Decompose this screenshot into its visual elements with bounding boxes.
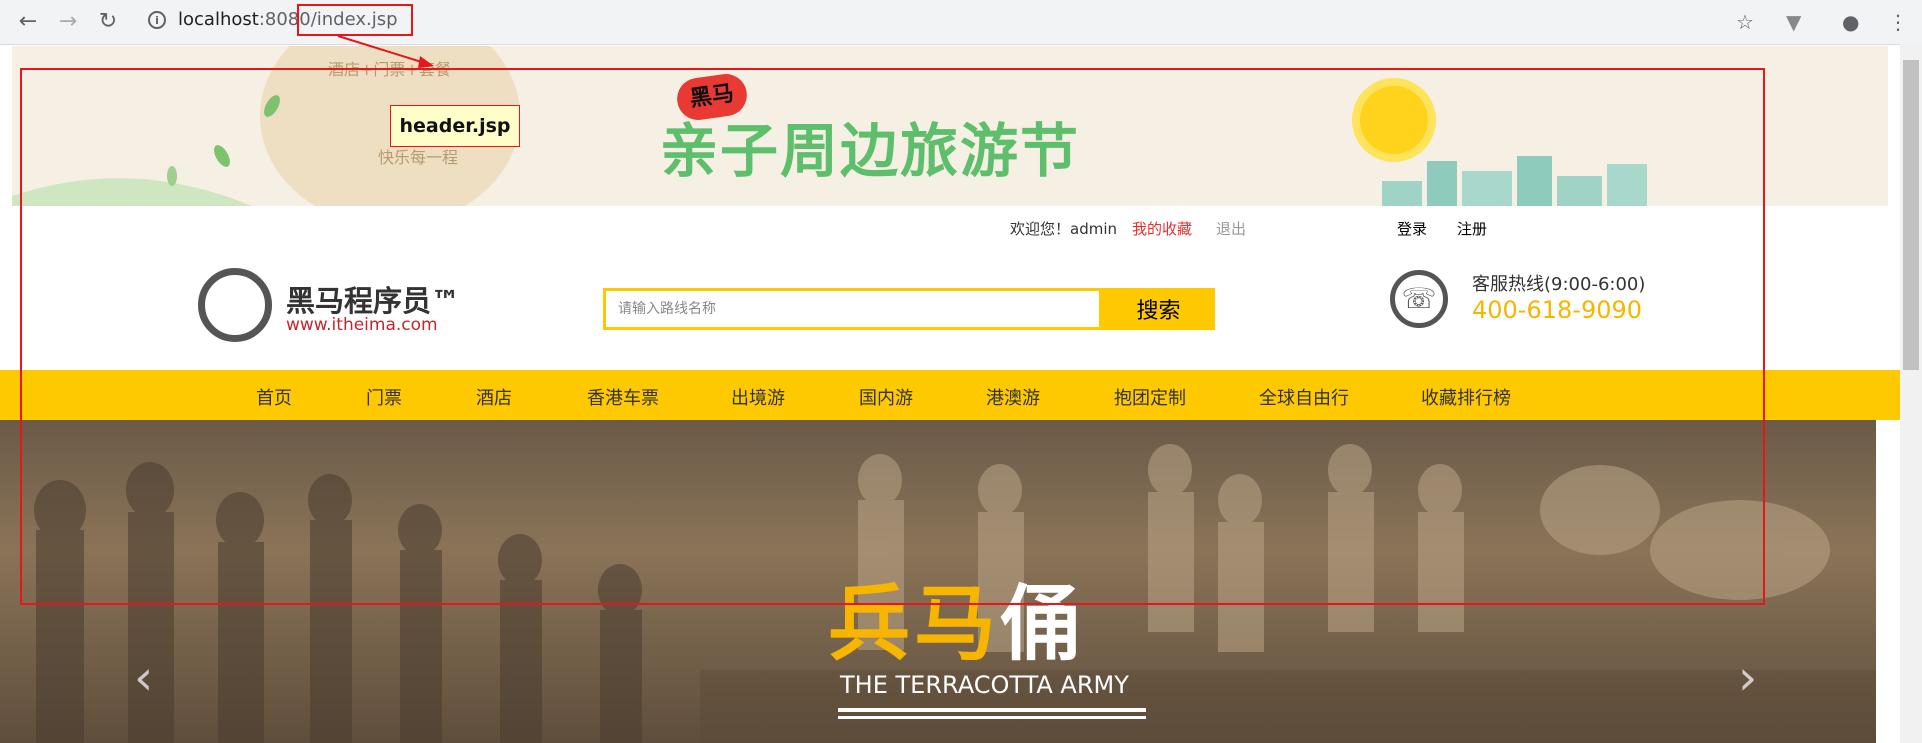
scrollbar-thumb[interactable] <box>1903 60 1919 370</box>
menu-dots-icon[interactable]: ⋮ <box>1888 10 1908 34</box>
account-icon[interactable]: ● <box>1842 10 1859 34</box>
chevron-left-icon[interactable]: ‹ <box>134 650 153 706</box>
hero-underline <box>838 708 1146 712</box>
bookmark-star-icon[interactable]: ☆ <box>1736 10 1754 34</box>
annotation-label: header.jsp <box>390 105 520 147</box>
header-annotation-box <box>20 68 1765 605</box>
annotation-arrow-icon <box>337 35 434 68</box>
info-icon[interactable]: i <box>148 11 166 29</box>
forward-arrow-icon[interactable]: → <box>54 8 82 36</box>
hero-subtitle: THE TERRACOTTA ARMY <box>840 671 1129 699</box>
back-arrow-icon[interactable]: ← <box>14 8 42 36</box>
chevron-right-icon[interactable]: › <box>1738 650 1757 706</box>
reload-icon[interactable]: ↻ <box>94 8 122 36</box>
hero-underline-2 <box>838 716 1146 719</box>
url-host: localhost <box>178 9 259 30</box>
extension-icon[interactable]: ▼ <box>1786 10 1801 34</box>
